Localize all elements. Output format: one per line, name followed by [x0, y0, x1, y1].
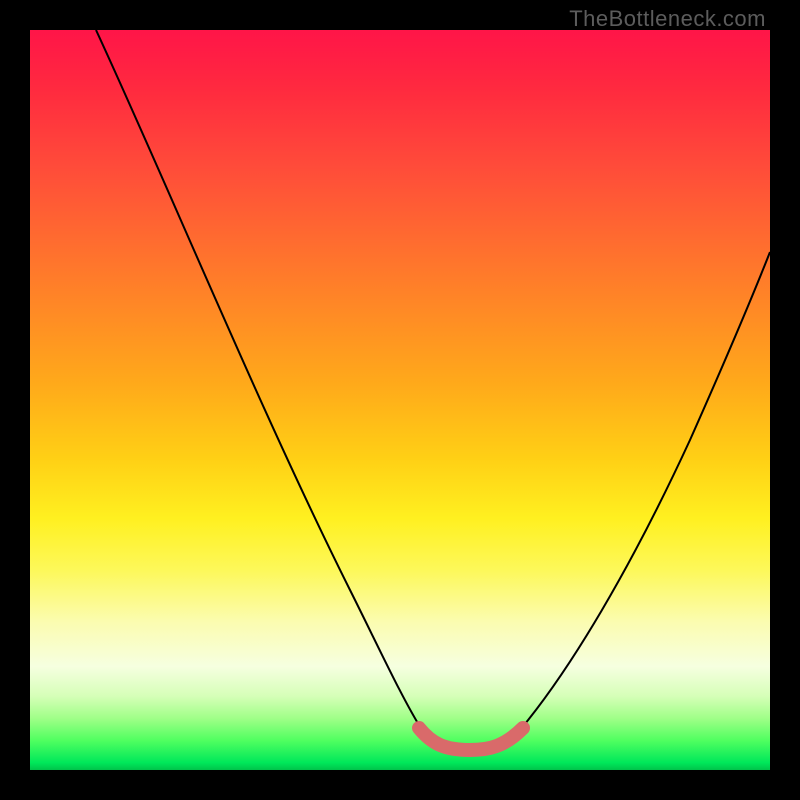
plot-area [30, 30, 770, 770]
curve-layer [30, 30, 770, 770]
bottom-bridge [419, 728, 523, 750]
watermark-label: TheBottleneck.com [569, 6, 766, 32]
right-curve [520, 252, 770, 730]
left-curve [96, 30, 422, 730]
chart-container: TheBottleneck.com [0, 0, 800, 800]
